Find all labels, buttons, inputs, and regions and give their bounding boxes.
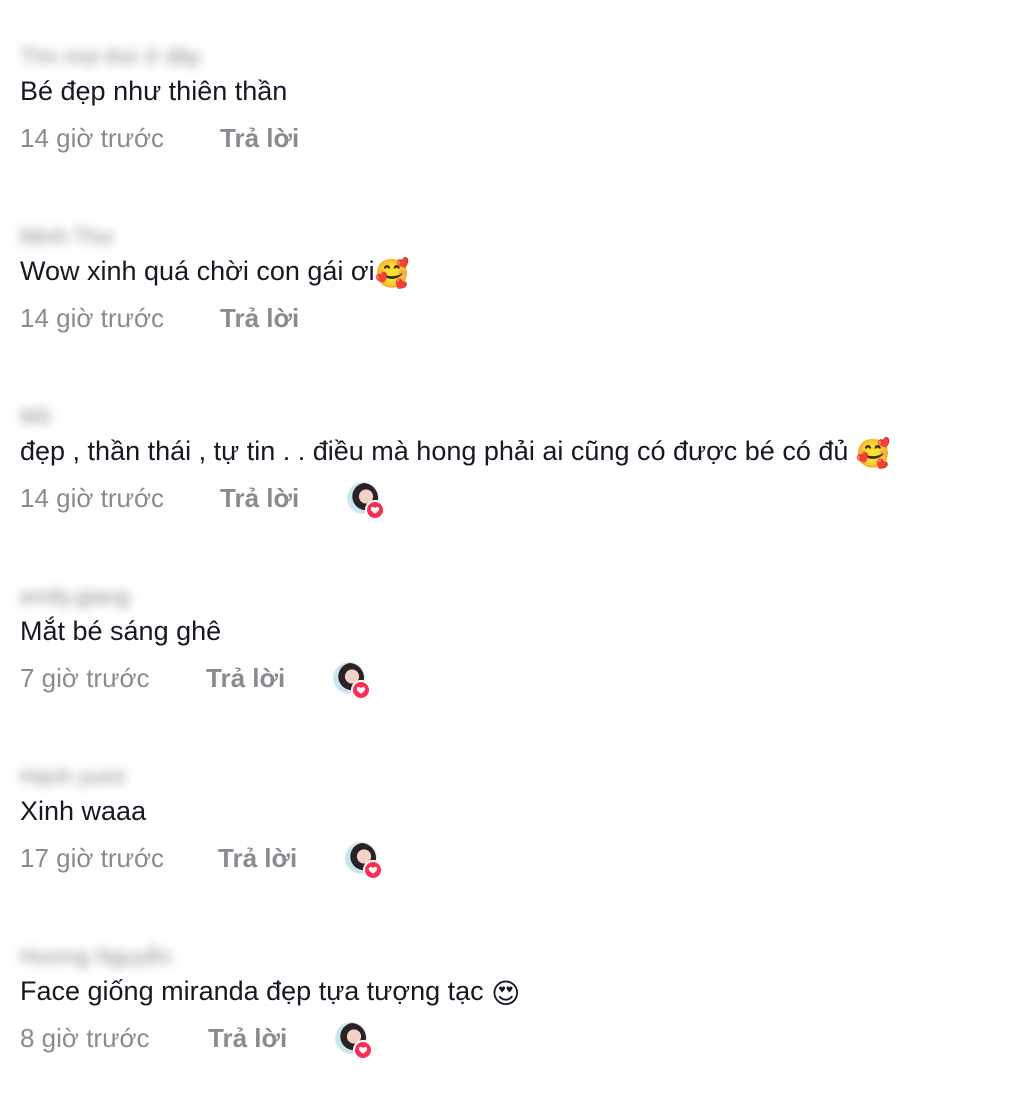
creator-liked-indicator [345, 842, 384, 880]
comment-meta: 7 giờ trước Trả lời [20, 660, 372, 700]
comment-item: Mít đẹp , thần thái , tự tin . . điều mà… [20, 404, 1000, 554]
heart-icon [351, 680, 372, 700]
comment-text: Mắt bé sáng ghê [20, 614, 221, 648]
comment-item: Hạnh yumi Xinh waaa 17 giờ trước Trả lời [20, 764, 1000, 914]
comment-item: emily.giang Mắt bé sáng ghê 7 giờ trước … [20, 584, 1000, 734]
reply-button[interactable]: Trả lời [208, 1023, 287, 1054]
comment-username[interactable]: Hạnh yumi [20, 764, 125, 790]
comment-username[interactable]: Hương Nguyễn [20, 944, 171, 970]
comment-item: Tìm mọi thứ ở đây Bé đẹp như thiên thần … [20, 44, 1000, 194]
reply-button[interactable]: Trả lời [220, 303, 299, 334]
comment-username[interactable]: Mít [20, 404, 51, 430]
comment-text-body: Face giống miranda đẹp tựa tượng tạc [20, 976, 492, 1006]
reply-button[interactable]: Trả lời [206, 663, 285, 694]
comment-item: Hương Nguyễn Face giống miranda đẹp tựa … [20, 944, 1000, 1094]
creator-liked-indicator [335, 1022, 374, 1060]
creator-liked-indicator [333, 662, 372, 700]
comment-username[interactable]: Minh Thư [20, 224, 114, 250]
heart-icon [353, 1040, 374, 1060]
comment-time: 14 giờ trước [20, 122, 164, 153]
comment-username[interactable]: emily.giang [20, 584, 130, 610]
comment-text-body: Bé đẹp như thiên thần [20, 76, 288, 106]
comment-text: Face giống miranda đẹp tựa tượng tạc 😍 [20, 974, 520, 1011]
comment-meta: 14 giờ trước Trả lời [20, 120, 299, 156]
comment-time: 8 giờ trước [20, 1022, 150, 1053]
heart-icon [363, 860, 384, 880]
comment-time: 7 giờ trước [20, 662, 150, 693]
comment-meta: 8 giờ trước Trả lời [20, 1020, 374, 1060]
comment-meta: 17 giờ trước Trả lời [20, 840, 384, 880]
comment-text-body: Xinh waaa [20, 796, 147, 826]
comment-item: Minh Thư Wow xinh quá chời con gái ơi🥰 1… [20, 224, 1000, 374]
comment-text-body: Wow xinh quá chời con gái ơi [20, 256, 375, 286]
comment-text-body: đẹp , thần thái , tự tin . . điều mà hon… [20, 436, 856, 466]
comment-meta: 14 giờ trước Trả lời [20, 480, 386, 520]
comment-time: 14 giờ trước [20, 482, 164, 513]
comment-time: 14 giờ trước [20, 302, 164, 333]
reply-button[interactable]: Trả lời [220, 483, 299, 514]
creator-liked-indicator [347, 482, 386, 520]
comment-text: Bé đẹp như thiên thần [20, 74, 287, 108]
comment-text-body: Mắt bé sáng ghê [20, 616, 222, 646]
comment-emoji: 🥰 [855, 437, 891, 470]
comment-username[interactable]: Tìm mọi thứ ở đây [20, 44, 201, 70]
comment-emoji: 🥰 [374, 257, 410, 290]
comment-text: đẹp , thần thái , tự tin . . điều mà hon… [20, 434, 891, 471]
comment-text: Xinh waaa [20, 794, 146, 828]
reply-button[interactable]: Trả lời [220, 123, 299, 154]
heart-icon [365, 500, 386, 520]
reply-button[interactable]: Trả lời [218, 843, 297, 874]
comment-meta: 14 giờ trước Trả lời [20, 300, 299, 336]
comment-text: Wow xinh quá chời con gái ơi🥰 [20, 254, 409, 291]
comment-time: 17 giờ trước [20, 842, 164, 873]
comment-emoji: 😍 [491, 977, 521, 1010]
